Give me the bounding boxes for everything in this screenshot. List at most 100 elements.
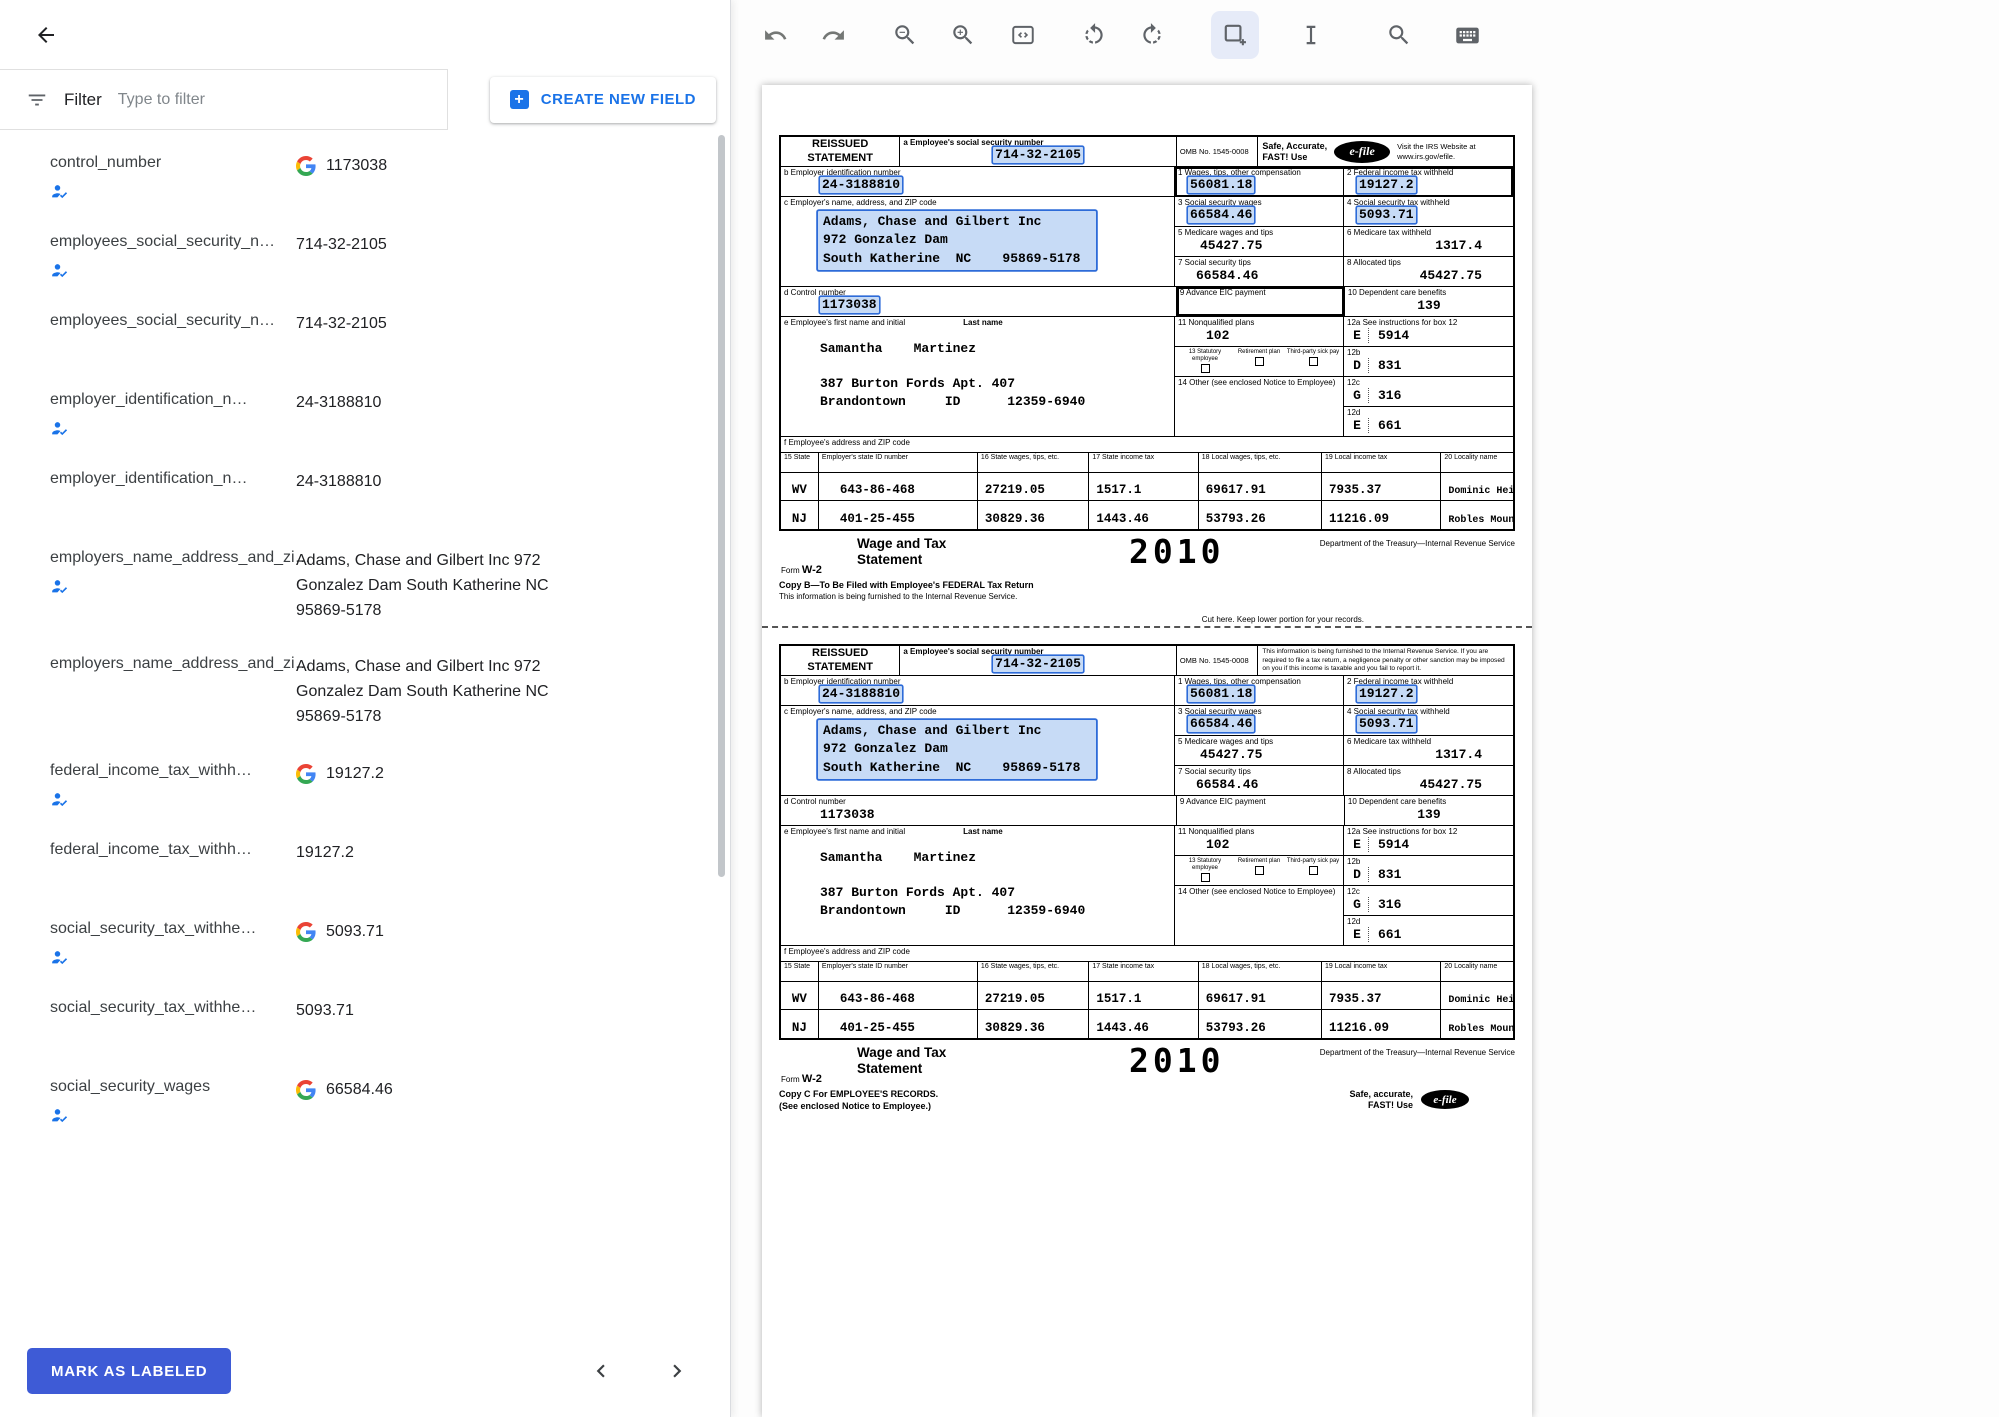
field-value: 24-3188810 (296, 470, 381, 495)
mark-as-labeled-button[interactable]: MARK AS LABELED (27, 1348, 231, 1394)
w2-box-5: 5 Medicare wages and tips 45427.75 (1175, 227, 1344, 257)
box-7-value: 66584.46 (1178, 777, 1340, 792)
filter-box[interactable]: Filter (0, 69, 448, 130)
field-name: employers_name_address_and_zi… (50, 655, 296, 673)
add-bounding-box-button[interactable] (1211, 11, 1259, 59)
box-1-value[interactable]: 56081.18 (1188, 686, 1254, 702)
field-row[interactable]: employer_identification_n… 24-3188810 (0, 454, 730, 533)
box-1-value[interactable]: 56081.18 (1188, 177, 1254, 193)
field-value-cell: 19127.2 (296, 762, 704, 787)
box-2-value[interactable]: 19127.2 (1357, 686, 1416, 702)
state-row-2: NJ 401-25-455 30829.36 1443.46 53793.26 … (781, 501, 1513, 529)
filter-label: Filter (64, 90, 102, 110)
field-row[interactable]: control_number 1173038 (0, 138, 730, 217)
cut-line-text: Cut here. Keep lower portion for your re… (762, 615, 1532, 624)
field-row[interactable]: social_security_tax_withhe… 5093.71 (0, 904, 730, 983)
box-10-value: 139 (1348, 807, 1510, 822)
box-3-value[interactable]: 66584.46 (1188, 716, 1254, 732)
w2-box-8: 8 Allocated tips 45427.75 (1344, 257, 1513, 287)
keyboard-shortcuts-button[interactable] (1443, 11, 1491, 59)
retirement-plan-checkbox[interactable] (1255, 866, 1264, 875)
back-button[interactable] (26, 15, 66, 55)
next-page-button[interactable] (662, 1356, 692, 1386)
chevron-left-icon (588, 1358, 614, 1384)
zoom-in-button[interactable] (939, 11, 987, 59)
rotate-cw-button[interactable] (1128, 11, 1176, 59)
third-party-sick-pay-checkbox[interactable] (1309, 357, 1318, 366)
employer-name-address-value[interactable]: Adams, Chase and Gilbert Inc 972 Gonzale… (818, 211, 1096, 270)
zoom-out-button[interactable] (881, 11, 929, 59)
field-row[interactable]: social_security_tax_withhe… 5093.71 (0, 983, 730, 1062)
w2-box-1: 1 Wages, tips, other compensation 56081.… (1175, 676, 1344, 706)
w2-box-13: 13 Statutory employee Retirement plan Th… (1175, 856, 1344, 886)
control-number-value[interactable]: 1173038 (820, 807, 875, 822)
field-row[interactable]: employers_name_address_and_zi… Adams, Ch… (0, 533, 730, 639)
box-3-value[interactable]: 66584.46 (1188, 207, 1254, 223)
field-row[interactable]: federal_income_tax_withh… 19127.2 (0, 825, 730, 904)
w2-copy-c-slot: REISSUED STATEMENT a Employee's social s… (779, 644, 1515, 1111)
retirement-plan-checkbox[interactable] (1255, 357, 1264, 366)
labeling-sidebar: Filter + CREATE NEW FIELD control_number (0, 0, 731, 1417)
field-row[interactable]: employees_social_security_n… 714-32-2105 (0, 296, 730, 375)
sidebar-footer: MARK AS LABELED (0, 1325, 730, 1417)
document-toolbar (731, 0, 1999, 70)
w2-box-16-header: 16 State wages, tips, etc. (978, 453, 1089, 473)
field-name: employer_identification_n… (50, 470, 296, 488)
w2-box-6: 6 Medicare tax withheld 1317.4 (1344, 227, 1513, 257)
box-8-value: 45427.75 (1347, 777, 1510, 792)
field-value-cell: 19127.2 (296, 841, 704, 866)
previous-page-button[interactable] (586, 1356, 616, 1386)
box-2-value[interactable]: 19127.2 (1357, 177, 1416, 193)
field-row[interactable]: employers_name_address_and_zi… Adams, Ch… (0, 639, 730, 745)
field-row-left: employers_name_address_and_zi… (50, 655, 296, 702)
box-4-value[interactable]: 5093.71 (1357, 207, 1416, 223)
code-view-button[interactable] (999, 11, 1047, 59)
w2-box-2: 2 Federal income tax withheld 19127.2 (1344, 167, 1513, 197)
create-new-field-button[interactable]: + CREATE NEW FIELD (490, 77, 716, 123)
field-value-cell: Adams, Chase and Gilbert Inc 972 Gonzale… (296, 655, 704, 729)
field-row-left: employees_social_security_n… (50, 312, 296, 359)
w2-table: REISSUED STATEMENT a Employee's social s… (779, 644, 1515, 1040)
statutory-employee-checkbox[interactable] (1201, 364, 1210, 373)
w2-table: REISSUED STATEMENT a Employee's social s… (779, 135, 1515, 531)
box-4-value[interactable]: 5093.71 (1357, 716, 1416, 732)
field-row[interactable]: federal_income_tax_withh… 19127.2 (0, 746, 730, 825)
employer-name-address-value[interactable]: Adams, Chase and Gilbert Inc 972 Gonzale… (818, 720, 1096, 779)
pager (586, 1356, 692, 1386)
w2-box-3: 3 Social security wages 66584.46 (1175, 706, 1344, 736)
zoom-in-icon (950, 22, 976, 48)
undo-button[interactable] (751, 11, 799, 59)
field-row[interactable]: employees_social_security_n… 714-32-2105 (0, 217, 730, 296)
text-selection-button[interactable] (1287, 11, 1335, 59)
rotate-ccw-button[interactable] (1070, 11, 1118, 59)
control-number-value[interactable]: 1173038 (820, 297, 879, 313)
search-button[interactable] (1375, 11, 1423, 59)
field-value-cell: 66584.46 (296, 1078, 704, 1103)
zoom-out-icon (892, 22, 918, 48)
w2-box-19-header: 19 Local income tax (1322, 453, 1441, 473)
ssn-value[interactable]: 714-32-2105 (993, 656, 1083, 672)
scrollbar-thumb[interactable] (718, 135, 725, 877)
w2-box-e: e Employee's first name and initialLast … (781, 317, 1175, 437)
w2-box-3: 3 Social security wages 66584.46 (1175, 197, 1344, 227)
w2-box-12d: 12d E661 (1344, 407, 1513, 437)
field-row[interactable]: social_security_wages 66584.46 (0, 1062, 730, 1141)
ein-value[interactable]: 24-3188810 (820, 686, 902, 702)
field-row[interactable]: employer_identification_n… 24-3188810 (0, 375, 730, 454)
field-row-left: social_security_tax_withhe… (50, 999, 296, 1046)
arrow-back-icon (34, 23, 58, 47)
third-party-sick-pay-checkbox[interactable] (1309, 866, 1318, 875)
document-canvas[interactable]: REISSUED STATEMENT a Employee's social s… (731, 70, 1999, 1417)
redo-button[interactable] (809, 11, 857, 59)
filter-input[interactable] (118, 91, 348, 109)
form-title: Wage and Tax Statement (857, 536, 981, 568)
copy-designation: Copy C For EMPLOYEE'S RECORDS. (See encl… (779, 1089, 938, 1111)
employee-name-value: Samantha Martinez (820, 341, 1171, 356)
w2-box-f: f Employee's address and ZIP code (781, 437, 1513, 453)
box-12c-value: 316 (1378, 388, 1401, 403)
w2-box-12a: 12a See instructions for box 12 E5914 (1344, 317, 1513, 347)
ssn-value[interactable]: 714-32-2105 (993, 147, 1083, 163)
ein-value[interactable]: 24-3188810 (820, 177, 902, 193)
statutory-employee-checkbox[interactable] (1201, 873, 1210, 882)
field-name: employees_social_security_n… (50, 312, 296, 330)
